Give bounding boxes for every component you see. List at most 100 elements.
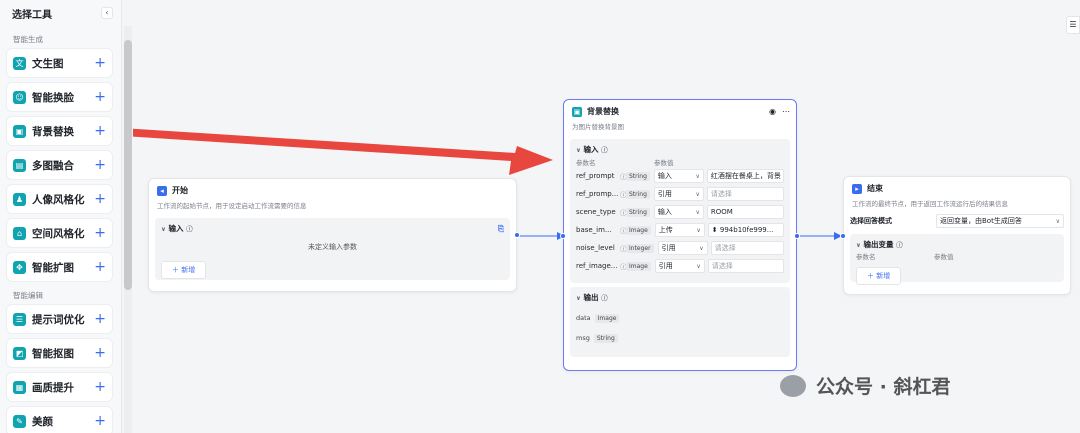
param-name: base_im... <box>576 226 612 234</box>
start-node-title: 开始 <box>172 186 188 195</box>
more-icon[interactable]: ⋯ <box>782 107 790 116</box>
run-icon[interactable]: ◉ <box>769 107 776 116</box>
output-row: data Image <box>570 308 790 328</box>
end-col-value: 参数值 <box>934 253 954 261</box>
add-tool-button[interactable]: + <box>94 380 106 394</box>
param-row: ref_promp... ⓘ String 引用 ∨ 请选择 <box>570 185 790 203</box>
tool-label: 美颜 <box>32 415 53 428</box>
tool-label: 多图融合 <box>32 159 74 172</box>
watermark-text: 公众号 · 斜杠君 <box>816 376 951 398</box>
empty-input-text: 未定义输入参数 <box>308 243 357 251</box>
add-tool-button[interactable]: + <box>94 124 106 138</box>
tool-item[interactable]: ♟ 人像风格化 + <box>6 184 113 214</box>
end-node-icon: ▸ <box>852 183 862 194</box>
param-type: Image <box>626 261 651 271</box>
param-value[interactable]: 请选择 <box>707 259 784 273</box>
tool-item[interactable]: ▤ 多图融合 + <box>6 150 113 180</box>
add-tool-button[interactable]: + <box>94 158 106 172</box>
section-label-edit: 智能编辑 <box>13 291 43 300</box>
tool-item[interactable]: ✥ 智能扩图 + <box>6 252 113 282</box>
tool-label: 画质提升 <box>32 381 74 394</box>
start-node[interactable]: ◂ 开始 工作流的起始节点，用于设定启动工作流需要的信息 ∨ 输入 ⓘ ⎘ 未定… <box>148 178 520 292</box>
tool-label: 智能抠图 <box>32 347 74 360</box>
add-tool-button[interactable]: + <box>94 192 106 206</box>
tool-label: 人像风格化 <box>32 193 85 206</box>
param-row: ref_prompt ⓘ String 输入 ∨ 红酒摆在餐桌上，背景 <box>570 167 790 185</box>
param-mode: 引用 <box>657 190 672 198</box>
tool-label: 智能扩图 <box>32 261 74 274</box>
info-icon: ⓘ <box>896 241 903 249</box>
chevron-down-icon[interactable]: ∨ <box>161 226 166 233</box>
param-value[interactable]: 请选择 <box>710 241 784 255</box>
add-tool-button[interactable]: + <box>94 90 106 104</box>
add-tool-button[interactable]: + <box>94 226 106 240</box>
param-mode-select[interactable]: 输入 ∨ <box>653 169 704 183</box>
bg-input-block: ∨ 输入 ⓘ 参数名 参数值 ref_prompt ⓘ String 输入 ∨ 红酒摆在餐桌… <box>570 139 790 283</box>
bg-node-title: 背景替换 <box>587 107 619 116</box>
tool-icon: ◩ <box>13 346 26 360</box>
collapse-sidebar-button[interactable]: ‹ <box>101 7 113 19</box>
tool-item[interactable]: ⌂ 空间风格化 + <box>6 218 113 248</box>
tool-item[interactable]: ✎ 美颜 + <box>6 406 113 433</box>
chevron-down-icon: ∨ <box>695 190 700 198</box>
tool-item[interactable]: ◩ 智能抠图 + <box>6 338 113 368</box>
edit-params-icon[interactable]: ⎘ <box>498 224 504 234</box>
tool-label: 智能换脸 <box>32 91 74 104</box>
answer-mode-select[interactable]: 返回变量，由Bot生成回答 ∨ <box>936 214 1064 228</box>
param-value[interactable]: 请选择 <box>706 187 784 201</box>
param-value[interactable]: ⬍ 994b10fe999... <box>707 223 784 237</box>
tool-icon: ☺ <box>13 90 26 104</box>
param-mode-select[interactable]: 引用 ∨ <box>653 187 704 201</box>
chevron-down-icon[interactable]: ∨ <box>576 295 581 302</box>
param-name: ref_promp... <box>576 190 619 198</box>
tool-icon: ♟ <box>13 192 26 206</box>
add-tool-button[interactable]: + <box>94 312 106 326</box>
param-mode-select[interactable]: 输入 ∨ <box>653 205 704 219</box>
bg-replace-node[interactable]: ▣ 背景替换 ◉ ⋯ 为图片替换背景图 ∨ 输入 ⓘ 参数名 参数值 ref_pr… <box>560 99 800 371</box>
add-tool-button[interactable]: + <box>94 414 106 428</box>
chevron-down-icon[interactable]: ∨ <box>856 242 861 249</box>
start-add-button[interactable]: ＋ 新增 <box>161 261 207 279</box>
tool-item[interactable]: ▦ 画质提升 + <box>6 372 113 402</box>
tool-item[interactable]: ▣ 背景替换 + <box>6 116 113 146</box>
add-tool-button[interactable]: + <box>94 260 106 274</box>
bg-output-label: 输出 <box>583 293 599 302</box>
output-name: data <box>576 314 591 322</box>
param-mode-select[interactable]: 引用 ∨ <box>654 259 705 273</box>
bg-input-port[interactable] <box>560 233 566 239</box>
section-label-generate: 智能生成 <box>13 35 43 44</box>
param-value[interactable]: 红酒摆在餐桌上，背景 <box>706 169 784 183</box>
end-add-button[interactable]: ＋ 新增 <box>856 267 902 285</box>
end-node-desc: 工作流的最终节点，用于返回工作流运行后的结果信息 <box>852 200 1008 208</box>
param-name: ref_prompt <box>576 172 615 180</box>
tool-item[interactable]: ☺ 智能换脸 + <box>6 82 113 112</box>
workflow-canvas[interactable]: ◂ 开始 工作流的起始节点，用于设定启动工作流需要的信息 ∨ 输入 ⓘ ⎘ 未定… <box>133 0 1080 433</box>
chevron-down-icon[interactable]: ∨ <box>576 147 581 154</box>
param-value[interactable]: ROOM <box>706 205 784 219</box>
param-name: ref_image... <box>576 262 618 270</box>
sidebar-scrollbar[interactable] <box>124 40 132 290</box>
param-type: Integer <box>626 243 654 253</box>
tool-icon: ▤ <box>13 158 26 172</box>
output-type: String <box>593 333 618 343</box>
end-output-block: ∨ 输出变量 ⓘ 参数名 参数值 ＋ 新增 <box>850 234 1064 285</box>
tool-item[interactable]: ☰ 提示词优化 + <box>6 304 113 334</box>
bg-input-label: 输入 <box>583 145 599 154</box>
answer-mode-value: 返回变量，由Bot生成回答 <box>940 217 1022 225</box>
chevron-down-icon: ∨ <box>699 244 704 252</box>
tool-item[interactable]: 文文生图 + <box>6 48 113 78</box>
panel-toggle-icon[interactable]: ☰ <box>1066 16 1080 34</box>
param-mode-select[interactable]: 引用 ∨ <box>657 241 708 255</box>
bg-replace-icon: ▣ <box>572 106 582 117</box>
param-mode-select[interactable]: 上传 ∨ <box>654 223 705 237</box>
add-tool-button[interactable]: + <box>94 346 106 360</box>
start-output-port[interactable] <box>514 232 520 238</box>
end-input-port[interactable] <box>840 233 846 239</box>
param-mode: 引用 <box>661 244 676 252</box>
param-name: scene_type <box>576 208 616 216</box>
bg-output-port[interactable] <box>794 233 800 239</box>
tool-label: 提示词优化 <box>32 313 85 326</box>
param-mode: 输入 <box>657 172 672 180</box>
add-tool-button[interactable]: + <box>94 56 106 70</box>
end-node[interactable]: ▸ 结束 工作流的最终节点，用于返回工作流运行后的结果信息 选择回答模式 返回变… <box>840 176 1071 295</box>
